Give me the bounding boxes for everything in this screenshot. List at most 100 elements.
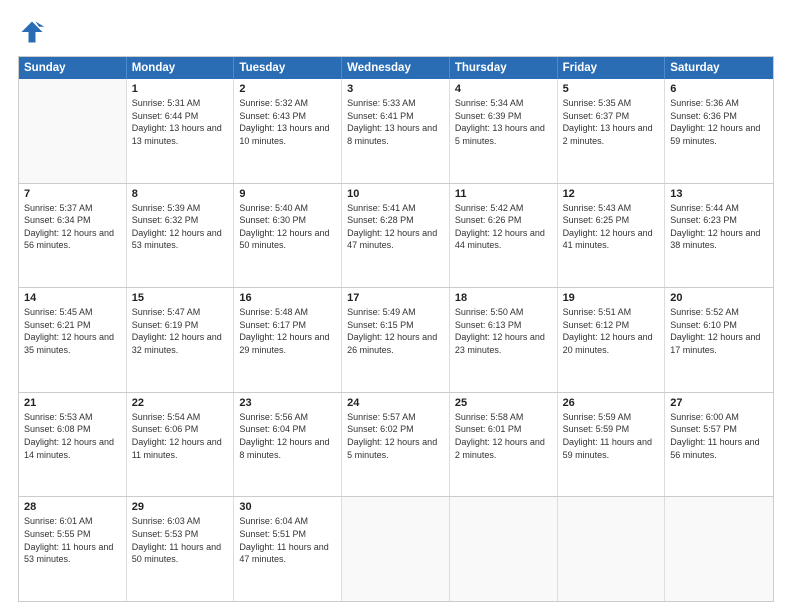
day-number: 5 bbox=[563, 83, 660, 95]
calendar-cell: 4 Sunrise: 5:34 AM Sunset: 6:39 PM Daylig… bbox=[450, 79, 558, 183]
day-number: 11 bbox=[455, 188, 552, 200]
weekday-header: Saturday bbox=[665, 57, 773, 79]
calendar-cell: 9Sunrise: 5:40 AM Sunset: 6:30 PM Daylig… bbox=[234, 184, 342, 288]
day-number: 23 bbox=[239, 397, 336, 409]
calendar-cell: 26 Sunrise: 5:59 AM Sunset: 5:59 PM Dayli… bbox=[558, 393, 666, 497]
weekday-header: Friday bbox=[558, 57, 666, 79]
day-info: Sunrise: 5:58 AM Sunset: 6:01 PM Dayligh… bbox=[455, 411, 552, 461]
calendar-cell: 10 Sunrise: 5:41 AM Sunset: 6:28 PM Dayli… bbox=[342, 184, 450, 288]
day-number: 25 bbox=[455, 397, 552, 409]
day-info: Sunrise: 5:35 AM Sunset: 6:37 PM Dayligh… bbox=[563, 97, 660, 147]
calendar-cell: 21 Sunrise: 5:53 AM Sunset: 6:08 PM Dayli… bbox=[19, 393, 127, 497]
day-info: Sunrise: 5:41 AM Sunset: 6:28 PM Dayligh… bbox=[347, 202, 444, 252]
calendar-cell bbox=[342, 497, 450, 601]
calendar-cell bbox=[19, 79, 127, 183]
day-number: 6 bbox=[670, 83, 768, 95]
day-number: 12 bbox=[563, 188, 660, 200]
day-info: Sunrise: 6:00 AM Sunset: 5:57 PM Dayligh… bbox=[670, 411, 768, 461]
calendar: SundayMondayTuesdayWednesdayThursdayFrid… bbox=[18, 56, 774, 602]
day-number: 16 bbox=[239, 292, 336, 304]
calendar-cell: 22 Sunrise: 5:54 AM Sunset: 6:06 PM Dayli… bbox=[127, 393, 235, 497]
day-number: 1 bbox=[132, 83, 229, 95]
calendar-cell: 14Sunrise: 5:45 AM Sunset: 6:21 PM Dayli… bbox=[19, 288, 127, 392]
weekday-header: Monday bbox=[127, 57, 235, 79]
day-info: Sunrise: 5:37 AM Sunset: 6:34 PM Dayligh… bbox=[24, 202, 121, 252]
day-info: Sunrise: 5:44 AM Sunset: 6:23 PM Dayligh… bbox=[670, 202, 768, 252]
calendar-cell: 8 Sunrise: 5:39 AM Sunset: 6:32 PM Daylig… bbox=[127, 184, 235, 288]
day-info: Sunrise: 5:34 AM Sunset: 6:39 PM Dayligh… bbox=[455, 97, 552, 147]
calendar-cell: 1 Sunrise: 5:31 AM Sunset: 6:44 PM Daylig… bbox=[127, 79, 235, 183]
calendar-cell: 24 Sunrise: 5:57 AM Sunset: 6:02 PM Dayli… bbox=[342, 393, 450, 497]
day-info: Sunrise: 5:39 AM Sunset: 6:32 PM Dayligh… bbox=[132, 202, 229, 252]
day-info: Sunrise: 5:40 AM Sunset: 6:30 PM Dayligh… bbox=[239, 202, 336, 252]
day-info: Sunrise: 5:54 AM Sunset: 6:06 PM Dayligh… bbox=[132, 411, 229, 461]
day-info: Sunrise: 5:48 AM Sunset: 6:17 PM Dayligh… bbox=[239, 306, 336, 356]
weekday-header: Tuesday bbox=[234, 57, 342, 79]
day-number: 8 bbox=[132, 188, 229, 200]
calendar-cell: 29 Sunrise: 6:03 AM Sunset: 5:53 PM Dayli… bbox=[127, 497, 235, 601]
day-number: 21 bbox=[24, 397, 121, 409]
calendar-cell: 18 Sunrise: 5:50 AM Sunset: 6:13 PM Dayli… bbox=[450, 288, 558, 392]
calendar-cell bbox=[665, 497, 773, 601]
day-info: Sunrise: 5:43 AM Sunset: 6:25 PM Dayligh… bbox=[563, 202, 660, 252]
calendar-row: 7 Sunrise: 5:37 AM Sunset: 6:34 PM Daylig… bbox=[19, 183, 773, 288]
day-info: Sunrise: 5:49 AM Sunset: 6:15 PM Dayligh… bbox=[347, 306, 444, 356]
calendar-cell bbox=[558, 497, 666, 601]
calendar-cell: 7 Sunrise: 5:37 AM Sunset: 6:34 PM Daylig… bbox=[19, 184, 127, 288]
calendar-cell: 11 Sunrise: 5:42 AM Sunset: 6:26 PM Dayli… bbox=[450, 184, 558, 288]
day-number: 22 bbox=[132, 397, 229, 409]
day-info: Sunrise: 5:52 AM Sunset: 6:10 PM Dayligh… bbox=[670, 306, 768, 356]
day-info: Sunrise: 5:32 AM Sunset: 6:43 PM Dayligh… bbox=[239, 97, 336, 147]
day-number: 10 bbox=[347, 188, 444, 200]
weekday-header: Wednesday bbox=[342, 57, 450, 79]
weekday-header: Sunday bbox=[19, 57, 127, 79]
logo-icon bbox=[18, 18, 46, 46]
day-number: 29 bbox=[132, 501, 229, 513]
day-number: 26 bbox=[563, 397, 660, 409]
day-info: Sunrise: 5:51 AM Sunset: 6:12 PM Dayligh… bbox=[563, 306, 660, 356]
calendar-cell: 23 Sunrise: 5:56 AM Sunset: 6:04 PM Dayli… bbox=[234, 393, 342, 497]
day-info: Sunrise: 5:57 AM Sunset: 6:02 PM Dayligh… bbox=[347, 411, 444, 461]
day-number: 18 bbox=[455, 292, 552, 304]
day-info: Sunrise: 5:31 AM Sunset: 6:44 PM Dayligh… bbox=[132, 97, 229, 147]
weekday-header: Thursday bbox=[450, 57, 558, 79]
day-info: Sunrise: 5:47 AM Sunset: 6:19 PM Dayligh… bbox=[132, 306, 229, 356]
day-number: 30 bbox=[239, 501, 336, 513]
page: SundayMondayTuesdayWednesdayThursdayFrid… bbox=[0, 0, 792, 612]
calendar-cell: 27 Sunrise: 6:00 AM Sunset: 5:57 PM Dayli… bbox=[665, 393, 773, 497]
day-number: 15 bbox=[132, 292, 229, 304]
day-info: Sunrise: 5:56 AM Sunset: 6:04 PM Dayligh… bbox=[239, 411, 336, 461]
calendar-cell bbox=[450, 497, 558, 601]
day-number: 27 bbox=[670, 397, 768, 409]
calendar-row: 1 Sunrise: 5:31 AM Sunset: 6:44 PM Daylig… bbox=[19, 79, 773, 183]
day-number: 14 bbox=[24, 292, 121, 304]
day-info: Sunrise: 6:03 AM Sunset: 5:53 PM Dayligh… bbox=[132, 515, 229, 565]
day-number: 4 bbox=[455, 83, 552, 95]
day-info: Sunrise: 5:42 AM Sunset: 6:26 PM Dayligh… bbox=[455, 202, 552, 252]
calendar-row: 14Sunrise: 5:45 AM Sunset: 6:21 PM Dayli… bbox=[19, 287, 773, 392]
header bbox=[18, 18, 774, 46]
calendar-cell: 28Sunrise: 6:01 AM Sunset: 5:55 PM Dayli… bbox=[19, 497, 127, 601]
calendar-cell: 30 Sunrise: 6:04 AM Sunset: 5:51 PM Dayli… bbox=[234, 497, 342, 601]
calendar-cell: 25 Sunrise: 5:58 AM Sunset: 6:01 PM Dayli… bbox=[450, 393, 558, 497]
day-info: Sunrise: 6:04 AM Sunset: 5:51 PM Dayligh… bbox=[239, 515, 336, 565]
day-info: Sunrise: 5:59 AM Sunset: 5:59 PM Dayligh… bbox=[563, 411, 660, 461]
day-number: 24 bbox=[347, 397, 444, 409]
day-number: 19 bbox=[563, 292, 660, 304]
day-number: 7 bbox=[24, 188, 121, 200]
calendar-cell: 3Sunrise: 5:33 AM Sunset: 6:41 PM Daylig… bbox=[342, 79, 450, 183]
day-info: Sunrise: 5:50 AM Sunset: 6:13 PM Dayligh… bbox=[455, 306, 552, 356]
day-number: 13 bbox=[670, 188, 768, 200]
day-info: Sunrise: 5:36 AM Sunset: 6:36 PM Dayligh… bbox=[670, 97, 768, 147]
calendar-cell: 16 Sunrise: 5:48 AM Sunset: 6:17 PM Dayli… bbox=[234, 288, 342, 392]
calendar-cell: 13 Sunrise: 5:44 AM Sunset: 6:23 PM Dayli… bbox=[665, 184, 773, 288]
calendar-cell: 15 Sunrise: 5:47 AM Sunset: 6:19 PM Dayli… bbox=[127, 288, 235, 392]
calendar-row: 28Sunrise: 6:01 AM Sunset: 5:55 PM Dayli… bbox=[19, 496, 773, 601]
day-info: Sunrise: 6:01 AM Sunset: 5:55 PM Dayligh… bbox=[24, 515, 121, 565]
calendar-cell: 17Sunrise: 5:49 AM Sunset: 6:15 PM Dayli… bbox=[342, 288, 450, 392]
calendar-body: 1 Sunrise: 5:31 AM Sunset: 6:44 PM Daylig… bbox=[19, 79, 773, 601]
day-info: Sunrise: 5:53 AM Sunset: 6:08 PM Dayligh… bbox=[24, 411, 121, 461]
day-number: 3 bbox=[347, 83, 444, 95]
day-number: 2 bbox=[239, 83, 336, 95]
calendar-cell: 2 Sunrise: 5:32 AM Sunset: 6:43 PM Daylig… bbox=[234, 79, 342, 183]
